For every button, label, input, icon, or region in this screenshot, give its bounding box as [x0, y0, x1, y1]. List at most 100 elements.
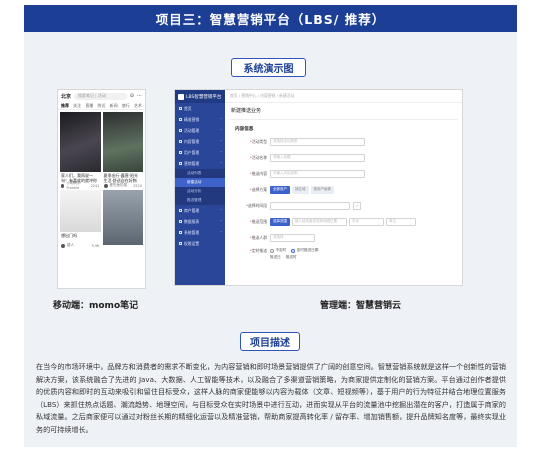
sidebar-item[interactable]: 精准营销 ˅ — [175, 114, 225, 125]
push-content-input[interactable]: 可输入内容说明 — [270, 169, 365, 178]
feed-card-title: 夏季出行·露营·阳光生活·舒适自在好物 — [103, 173, 139, 183]
sidebar-item[interactable]: 用户管理 ˅ — [175, 147, 225, 158]
feed-card-image — [60, 112, 101, 172]
gear-icon — [179, 231, 182, 234]
form-row: *选择方案 全部用户 按区域 按用户画像 — [230, 184, 458, 195]
mobile-tab[interactable]: 附近 — [97, 103, 105, 108]
chevron-down-icon: ˅ — [220, 150, 222, 155]
sidebar-item-label: 用户管理 — [184, 149, 200, 155]
demo-section-label: 系统演示图 — [231, 58, 306, 77]
plan-all-button[interactable]: 全部用户 — [270, 185, 290, 194]
field-label: *推送内容 — [249, 170, 267, 176]
mobile-tab[interactable]: 关注 — [73, 103, 81, 108]
home-icon — [179, 107, 182, 110]
field-label: *推送人群 — [249, 234, 267, 240]
sidebar-item[interactable]: 系统管理 ˅ — [175, 227, 225, 238]
chevron-down-icon: ˅ — [220, 128, 222, 133]
sidebar-item-label: 数据报表 — [184, 218, 200, 224]
mobile-caption: 移动端：momo笔记 — [53, 301, 139, 311]
megaphone-icon — [179, 162, 182, 165]
chevron-down-icon: ˅ — [220, 208, 222, 213]
shop-icon — [179, 209, 182, 212]
feed-card-image — [102, 190, 143, 245]
feed-card[interactable] — [102, 190, 143, 245]
mobile-tab[interactable]: 直播 — [85, 103, 93, 108]
feed-card[interactable]: 想出门吗 路人 9.9K — [60, 190, 101, 248]
chevron-down-icon: ˅ — [220, 219, 222, 224]
unit-select[interactable]: 单位 — [386, 217, 416, 226]
sidebar-item[interactable]: 首页 — [175, 103, 225, 114]
feed-card[interactable]: 家人们，我再说一句！有喜欢的就冲你们的体验 小明同学 Frankie2241 — [60, 112, 101, 190]
chevron-down-icon: ˅ — [220, 230, 222, 235]
mobile-tabs: 推荐 关注 直播 附近 新闻 旅行 艺术 — [58, 102, 145, 110]
mobile-search-input[interactable]: 搜索笔记 | 活动 — [74, 92, 127, 100]
chevron-right-icon[interactable]: › — [353, 201, 361, 210]
sidebar-item[interactable]: 营销管理 ˄ — [175, 158, 225, 169]
breadcrumb: 首页 / 营销中心 / 内容营销 / 新建活动 — [225, 90, 462, 103]
sidebar-item[interactable]: 权限设置 — [175, 238, 225, 249]
description-section-label: 项目描述 — [240, 332, 300, 351]
sidebar-item-label: 首页 — [184, 105, 192, 111]
radio-schedule[interactable]: 定时推送日期 — [291, 248, 318, 253]
logo-icon — [178, 93, 184, 100]
activity-type-select[interactable]: 请选择活动类型 — [270, 137, 365, 146]
chevron-up-icon: ˄ — [220, 161, 222, 166]
sidebar-item-label: 精准营销 — [184, 116, 200, 122]
more-icon[interactable]: ⋯ — [137, 93, 142, 99]
field-label: *定时推送 — [249, 248, 267, 253]
time-range-input[interactable] — [270, 201, 350, 210]
admin-sidebar: LBS智慧营销平台 首页 精准营销 ˅ 活动管理 ˅ 内容管理 ˅ 用户管理 ˅ 营销管… — [175, 90, 225, 285]
select-range-button[interactable]: 选择范围 — [270, 217, 290, 226]
schedule-day-label: 推送日 — [270, 255, 281, 259]
admin-form: 内容信息 *活动类型 请选择活动类型 *活动名称 请输入标题 *推送内容 可输入… — [230, 119, 458, 281]
admin-page-title: 新建推送业务 — [231, 108, 262, 114]
location-input[interactable]: 输入经纬度或选择地图位置 — [292, 217, 347, 226]
chevron-down-icon: ˅ — [220, 117, 222, 122]
form-row: *选择时间段 › — [230, 200, 458, 211]
sidebar-subitem[interactable]: 推送管理 — [175, 196, 225, 205]
sidebar-subitem[interactable]: 活动分析 — [175, 187, 225, 196]
field-label: *推送范围 — [249, 218, 267, 224]
sidebar-item[interactable]: 活动管理 ˅ — [175, 125, 225, 136]
lock-icon — [179, 242, 182, 245]
sidebar-item[interactable]: 数据报表 ˅ — [175, 216, 225, 227]
mobile-tab[interactable]: 艺术 — [134, 103, 142, 108]
admin-screenshot: LBS智慧营销平台 首页 精准营销 ˅ 活动管理 ˅ 内容管理 ˅ 用户管理 ˅ 营销管… — [174, 89, 463, 286]
radio-icon — [270, 248, 274, 253]
form-section-title: 内容信息 — [235, 127, 254, 132]
feed-card[interactable]: 夏季出行·露营·阳光生活·舒适自在好物 爱吃鱼的猫 2520 — [102, 112, 143, 188]
scan-icon[interactable]: ⊙ — [130, 93, 134, 99]
form-row: *推送人群 请选择 — [230, 232, 458, 243]
mobile-tab[interactable]: 新闻 — [110, 103, 118, 108]
plan-profile-button[interactable]: 按用户画像 — [310, 185, 334, 194]
feed-card-likes: 2241 — [90, 183, 100, 188]
document-icon — [179, 140, 182, 143]
calendar-icon — [179, 129, 182, 132]
mobile-tab[interactable]: 推荐 — [61, 103, 69, 108]
field-label: *活动名称 — [249, 154, 267, 160]
avatar — [103, 183, 108, 188]
audience-select[interactable]: 请选择 — [270, 233, 315, 242]
page-title: 项目三：智慧营销平台（LBS/ 推荐） — [24, 5, 517, 32]
sidebar-item[interactable]: 内容管理 ˅ — [175, 136, 225, 147]
admin-caption: 管理端：智慧营销云 — [320, 301, 402, 311]
radio-no-schedule[interactable]: 不定时 — [270, 248, 286, 253]
feed-card-user: 路人 — [67, 243, 74, 247]
field-label: *选择时间段 — [246, 202, 267, 208]
project-description: 在当今的市场环境中，品牌方和消费者的需求不断变化，为内容营销和即时场景营销提供了… — [36, 362, 506, 434]
mobile-tab[interactable]: 旅行 — [122, 103, 130, 108]
avatar — [61, 243, 65, 248]
mobile-header: 北京 搜索笔记 | 活动 ⊙ ⋯ — [58, 90, 145, 102]
radius-input[interactable]: 半径 — [349, 217, 384, 226]
sidebar-item-label: 权限设置 — [184, 240, 200, 246]
form-row: *推送内容 可输入内容说明 — [230, 168, 458, 179]
plan-region-button[interactable]: 按区域 — [292, 185, 309, 194]
sidebar-item-label: 商户管理 — [184, 207, 200, 213]
feed-card-image — [60, 190, 101, 232]
avatar — [61, 183, 65, 188]
mobile-city[interactable]: 北京 — [61, 93, 71, 100]
activity-name-input[interactable]: 请输入标题 — [270, 153, 365, 162]
sidebar-item[interactable]: 商户管理 ˅ — [175, 205, 225, 216]
sidebar-subitem[interactable]: 活动列表 — [175, 169, 225, 178]
sidebar-subitem-active[interactable]: 新建活动 — [175, 178, 225, 187]
